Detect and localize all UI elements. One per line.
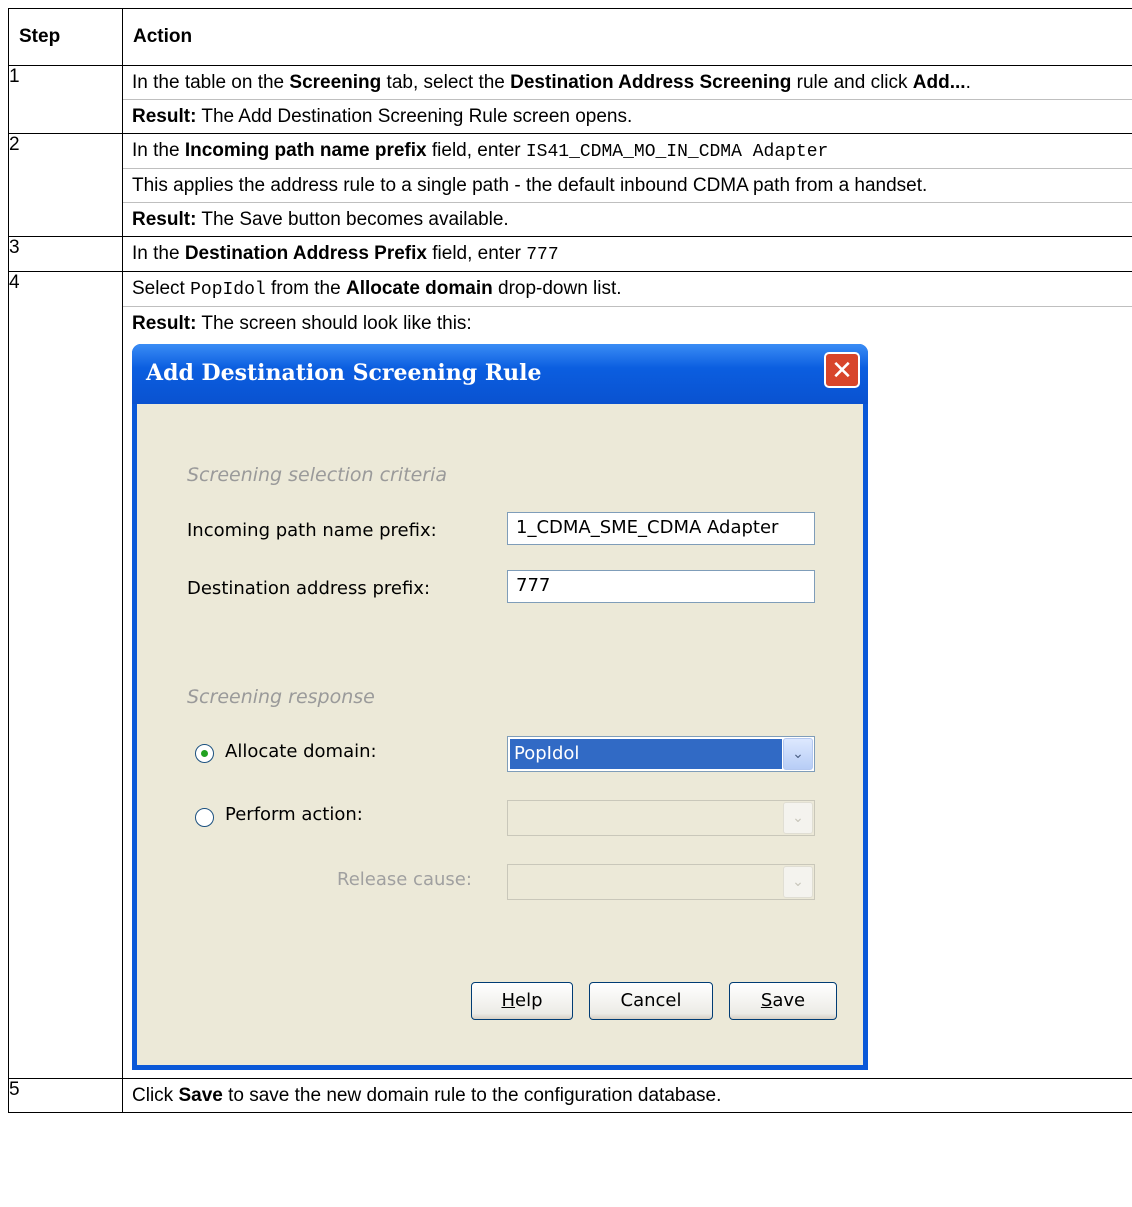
incoming-path-label: Incoming path name prefix: <box>187 520 437 541</box>
table-row: 3 In the Destination Address Prefix fiel… <box>8 236 1132 272</box>
text: In the <box>132 140 185 161</box>
result-label: Result: <box>132 209 197 230</box>
ui-term: Incoming path name prefix <box>184 140 427 161</box>
chevron-down-icon[interactable]: ⌄ <box>783 738 813 770</box>
screenshot-figure: Add Destination Screening Rule ✕ Screeni… <box>123 340 1132 1078</box>
dialog-body: Screening selection criteria Incoming pa… <box>137 404 863 1065</box>
ui-term: Screening <box>289 72 382 93</box>
table-row: 1 In the table on the Screening tab, sel… <box>8 65 1132 134</box>
table-row: 5 Click Save to save the new domain rule… <box>8 1078 1132 1113</box>
table-row: 2 In the Incoming path name prefix field… <box>8 133 1132 237</box>
save-label: ave <box>772 990 806 1011</box>
response-section-header: Screening response <box>187 686 375 708</box>
action-column-header: Action <box>122 8 1132 66</box>
perform-action-select[interactable]: ⌄ <box>507 800 815 836</box>
text: field, enter <box>426 243 527 264</box>
text: from the <box>265 278 346 299</box>
destination-address-label: Destination address prefix: <box>187 578 431 599</box>
text: rule and click <box>791 72 913 93</box>
instruction-text: Click Save to save the new domain rule t… <box>123 1079 1132 1112</box>
step-column-header: Step <box>8 8 123 66</box>
step-number: 2 <box>8 133 123 237</box>
incoming-path-input[interactable]: 1_CDMA_SME_CDMA Adapter <box>507 512 815 545</box>
help-label: elp <box>515 990 543 1011</box>
action-cell: Click Save to save the new domain rule t… <box>122 1078 1132 1113</box>
text: field, enter <box>426 140 526 161</box>
cancel-button[interactable]: Cancel <box>589 982 713 1020</box>
step-number: 5 <box>8 1078 123 1113</box>
dialog-title: Add Destination Screening Rule <box>146 360 542 386</box>
instruction-text: Select PopIdol from the Allocate domain … <box>123 272 1132 306</box>
allocate-domain-value: PopIdol <box>510 739 782 769</box>
action-cell: In the table on the Screening tab, selec… <box>122 65 1132 134</box>
text: to save the new domain rule to the confi… <box>222 1085 722 1106</box>
chevron-down-icon[interactable]: ⌄ <box>783 802 813 834</box>
ui-term: Save <box>178 1085 223 1106</box>
action-cell: In the Incoming path name prefix field, … <box>122 133 1132 237</box>
allocate-domain-select[interactable]: PopIdol ⌄ <box>507 736 815 772</box>
ui-term: Add... <box>912 72 966 93</box>
result-text: Result: The Add Destination Screening Ru… <box>123 99 1132 133</box>
step-number: 4 <box>8 271 123 1079</box>
action-cell: In the Destination Address Prefix field,… <box>122 236 1132 272</box>
table-row: 4 Select PopIdol from the Allocate domai… <box>8 271 1132 1079</box>
help-mnemonic: H <box>501 990 516 1011</box>
text: Click <box>132 1085 179 1106</box>
code-value: 777 <box>526 245 559 265</box>
allocate-domain-label: Allocate domain: <box>225 741 377 762</box>
result-label: Result: <box>132 106 197 127</box>
chevron-down-icon[interactable]: ⌄ <box>783 866 813 898</box>
code-value: IS41_CDMA_MO_IN_CDMA Adapter <box>525 142 829 162</box>
text: . <box>965 72 971 93</box>
text: In the <box>132 243 185 264</box>
header-row: Step Action <box>8 8 1132 66</box>
ui-term: Destination Address Screening <box>510 72 792 93</box>
release-cause-label: Release cause: <box>337 869 472 890</box>
instruction-text: In the Destination Address Prefix field,… <box>123 237 1132 271</box>
text: Select <box>132 278 191 299</box>
text: drop-down list. <box>492 278 622 299</box>
text: In the table on the <box>132 72 290 93</box>
note-text: This applies the address rule to a singl… <box>123 168 1132 202</box>
steps-table: Step Action 1 In the table on the Screen… <box>8 8 1132 1113</box>
ui-term: Destination Address Prefix <box>184 243 427 264</box>
text: The Add Destination Screening Rule scree… <box>196 106 633 127</box>
release-cause-value <box>510 867 782 897</box>
code-value: PopIdol <box>190 280 266 300</box>
result-label: Result: <box>132 313 197 334</box>
close-icon[interactable]: ✕ <box>824 352 860 388</box>
help-button[interactable]: Help <box>471 982 573 1020</box>
text: This applies the address rule to a singl… <box>132 175 928 196</box>
instruction-text: In the table on the Screening tab, selec… <box>123 66 1132 99</box>
text: The screen should look like this: <box>196 313 472 334</box>
ui-term: Allocate domain <box>345 278 493 299</box>
criteria-section-header: Screening selection criteria <box>187 464 448 486</box>
step-number: 3 <box>8 236 123 272</box>
perform-action-label: Perform action: <box>225 804 363 825</box>
perform-action-value <box>510 803 782 833</box>
save-button[interactable]: Save <box>729 982 837 1020</box>
perform-action-radio[interactable] <box>195 808 214 827</box>
step-number: 1 <box>8 65 123 134</box>
allocate-domain-radio[interactable] <box>195 744 214 763</box>
add-destination-screening-rule-dialog: Add Destination Screening Rule ✕ Screeni… <box>132 344 868 1070</box>
result-text: Result: The screen should look like this… <box>123 306 1132 340</box>
destination-address-input[interactable]: 777 <box>507 570 815 603</box>
instruction-text: In the Incoming path name prefix field, … <box>123 134 1132 168</box>
text: The Save button becomes available. <box>196 209 509 230</box>
dialog-titlebar: Add Destination Screening Rule ✕ <box>132 344 868 404</box>
save-mnemonic: S <box>760 990 773 1011</box>
action-cell: Select PopIdol from the Allocate domain … <box>122 271 1132 1079</box>
release-cause-select[interactable]: ⌄ <box>507 864 815 900</box>
result-text: Result: The Save button becomes availabl… <box>123 202 1132 236</box>
text: tab, select the <box>381 72 511 93</box>
